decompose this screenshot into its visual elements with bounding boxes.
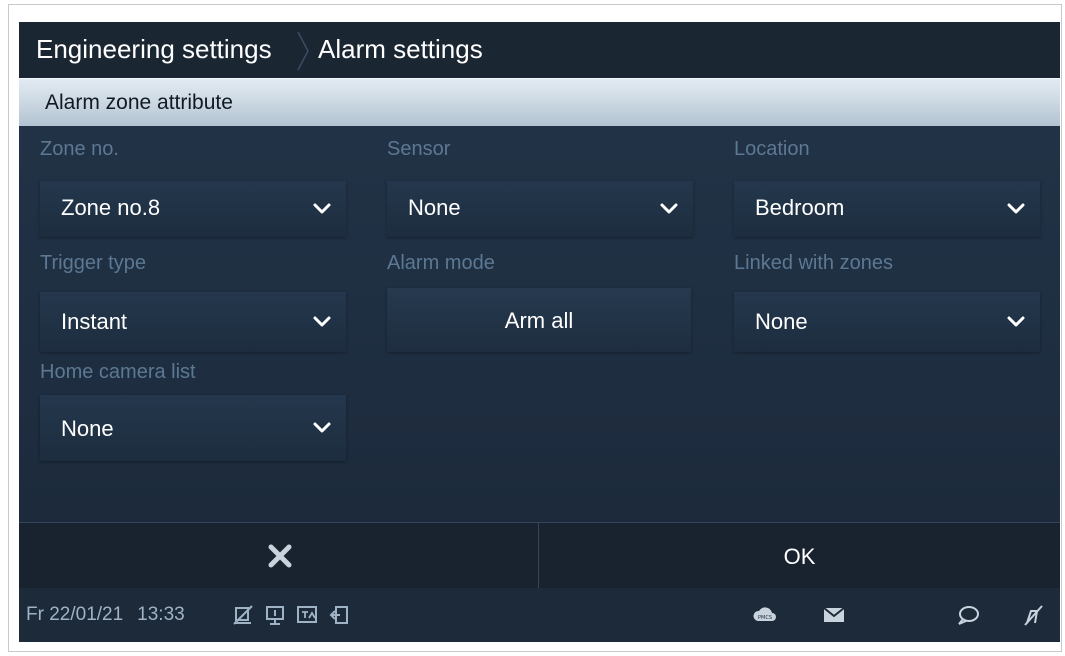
zone-no-value: Zone no.8 xyxy=(61,195,161,220)
location-dropdown[interactable]: Bedroom xyxy=(734,181,1040,237)
mute-icon xyxy=(233,605,253,625)
status-time: 13:33 xyxy=(137,604,185,625)
mail-icon xyxy=(823,607,845,622)
alarm-mode-label: Alarm mode xyxy=(387,252,495,274)
action-bar: OK xyxy=(19,522,1060,588)
zone-no-label: Zone no. xyxy=(40,138,119,160)
trigger-type-dropdown[interactable]: Instant xyxy=(40,292,346,352)
cloud-icon: PMCS xyxy=(753,607,776,621)
zone-no-dropdown[interactable]: Zone no.8 xyxy=(40,181,346,237)
sensor-value: None xyxy=(408,195,461,220)
status-date: Fr 22/01/21 xyxy=(26,604,124,625)
chevron-down-icon xyxy=(660,203,678,214)
location-value: Bedroom xyxy=(755,195,845,220)
linked-zones-label: Linked with zones xyxy=(734,252,893,274)
alarm-mode-button[interactable]: Arm all xyxy=(387,288,691,352)
translate-icon xyxy=(297,606,317,623)
cloud-badge: PMCS xyxy=(758,615,772,621)
breadcrumb-engineering-settings[interactable]: Engineering settings xyxy=(36,34,272,65)
sensor-dropdown[interactable]: None xyxy=(387,181,693,237)
chevron-down-icon xyxy=(313,316,331,327)
home-camera-label: Home camera list xyxy=(40,361,196,383)
chevron-down-icon xyxy=(1007,316,1025,327)
chat-icon[interactable] xyxy=(956,604,980,626)
home-camera-dropdown[interactable]: None xyxy=(40,395,346,461)
trigger-type-value: Instant xyxy=(61,309,128,334)
ok-button[interactable]: OK xyxy=(539,523,1060,588)
breadcrumb-alarm-settings: Alarm settings xyxy=(318,34,483,64)
sensor-label: Sensor xyxy=(387,138,451,160)
home-camera-value: None xyxy=(61,416,114,441)
datetime: Fr 22/01/21 13:33 xyxy=(26,604,185,626)
status-bar: Fr 22/01/21 13:33 PMCS xyxy=(19,588,1060,642)
screen: Engineering settings Alarm settings Alar… xyxy=(19,22,1060,642)
exit-door-icon xyxy=(329,606,348,624)
chevron-down-icon xyxy=(313,422,331,433)
alarm-mode-value: Arm all xyxy=(504,308,574,333)
cancel-button[interactable] xyxy=(19,523,539,588)
location-label: Location xyxy=(734,138,810,160)
intercom-icon xyxy=(266,606,284,625)
breadcrumb-separator-icon xyxy=(297,31,309,71)
breadcrumb: Engineering settings Alarm settings xyxy=(19,22,1060,78)
chevron-down-icon xyxy=(313,203,331,214)
section-header: Alarm zone attribute xyxy=(19,78,1060,126)
trigger-type-label: Trigger type xyxy=(40,252,146,274)
close-icon xyxy=(268,544,292,568)
section-title: Alarm zone attribute xyxy=(45,91,233,114)
linked-zones-dropdown[interactable]: None xyxy=(734,292,1040,352)
mute-icon[interactable] xyxy=(1022,604,1044,626)
chevron-down-icon xyxy=(1007,203,1025,214)
ok-label: OK xyxy=(783,544,816,569)
main-panel: Alarm zone attribute Zone no. Zone no.8 … xyxy=(19,78,1060,522)
linked-zones-value: None xyxy=(755,309,808,334)
